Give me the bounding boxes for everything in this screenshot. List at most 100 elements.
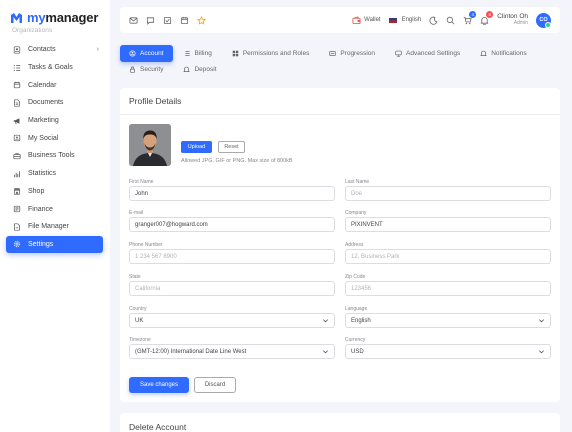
- last-name-input[interactable]: Doe: [345, 186, 551, 201]
- currency-select[interactable]: USD: [345, 344, 551, 359]
- first-name-input[interactable]: John: [129, 186, 335, 201]
- timezone-field: Timezone (GMT-12:00) International Date …: [129, 337, 335, 359]
- upload-button[interactable]: Upload: [181, 141, 212, 153]
- sidebar-nav: Contacts › Tasks & Goals Calendar Documents M…: [6, 41, 103, 254]
- user-role: Admin: [513, 19, 528, 26]
- contacts-icon: [12, 45, 21, 54]
- sidebar-item-statistics[interactable]: Statistics: [6, 165, 103, 183]
- statistics-icon: [12, 169, 21, 178]
- discard-button[interactable]: Discard: [194, 377, 236, 393]
- settings-tabs: Account Billing Permissions and Roles Progr…: [120, 45, 560, 78]
- sidebar: mymanager Organizations Contacts › Tasks &…: [0, 0, 110, 432]
- save-changes-button[interactable]: Save changes: [129, 377, 189, 393]
- country-field: Country UK: [129, 306, 335, 328]
- card-title: Profile Details: [129, 96, 182, 106]
- chevron-right-icon: ›: [96, 46, 99, 54]
- sidebar-item-label: Marketing: [28, 117, 59, 125]
- zip-input[interactable]: 123456: [345, 281, 551, 296]
- sidebar-item-settings[interactable]: Settings: [6, 235, 103, 254]
- sidebar-item-my-social[interactable]: My Social: [6, 129, 103, 147]
- email-field: E-mail granger007@hogward.com: [129, 210, 335, 232]
- tab-deposit[interactable]: Deposit: [174, 61, 225, 78]
- timezone-select[interactable]: (GMT-12:00) International Date Line West: [129, 344, 335, 359]
- sidebar-item-label: Calendar: [28, 81, 57, 89]
- reset-button[interactable]: Reset: [218, 141, 245, 153]
- app-logo[interactable]: mymanager: [10, 10, 98, 25]
- star-icon[interactable]: [197, 15, 206, 25]
- first-name-field: First Name John: [129, 179, 335, 201]
- tab-label: Notifications: [491, 50, 527, 57]
- currency-field: Currency USD: [345, 337, 551, 359]
- chat-icon[interactable]: [146, 16, 155, 25]
- tab-notifications-icon: [480, 50, 487, 57]
- state-field: State California: [129, 274, 335, 296]
- photo-hint: Allowed JPG, GIF or PNG. Max size of 800…: [181, 158, 293, 164]
- sidebar-item-tasks-goals[interactable]: Tasks & Goals: [6, 59, 103, 77]
- tab-permissions-and-roles[interactable]: Permissions and Roles: [223, 45, 318, 62]
- email-input[interactable]: granger007@hogward.com: [129, 217, 335, 232]
- search-icon[interactable]: [446, 16, 455, 25]
- chevron-down-icon: [322, 317, 329, 324]
- documents-icon: [12, 98, 21, 107]
- phone-field: Phone Number 1 234 567 8900: [129, 242, 335, 264]
- card-title: Delete Account: [129, 422, 187, 432]
- topbar: Wallet English 4 8 Clinton Oh Admin CO: [120, 7, 560, 33]
- calendar-icon[interactable]: [180, 16, 189, 25]
- language-selector[interactable]: English: [388, 17, 421, 23]
- sidebar-item-shop[interactable]: Shop: [6, 183, 103, 201]
- tab-label: Deposit: [194, 66, 217, 73]
- tab-advanced-settings[interactable]: Advanced Settings: [386, 45, 469, 62]
- tab-progression[interactable]: Progression: [320, 45, 384, 62]
- tab-account[interactable]: Account: [120, 45, 173, 62]
- wallet-button[interactable]: Wallet: [352, 15, 381, 25]
- address-input[interactable]: 12, Business Park: [345, 249, 551, 264]
- sidebar-item-contacts[interactable]: Contacts ›: [6, 41, 103, 59]
- moon-icon[interactable]: [429, 16, 438, 25]
- tab-progression-icon: [329, 50, 336, 57]
- sidebar-item-organizations[interactable]: Organizations: [12, 27, 52, 34]
- tab-billing-icon: [184, 50, 191, 57]
- language-select[interactable]: English: [345, 313, 551, 328]
- file-manager-icon: [12, 222, 21, 231]
- cart-button[interactable]: 4: [463, 10, 477, 25]
- user-info[interactable]: Clinton Oh Admin: [497, 13, 528, 26]
- sidebar-item-label: Statistics: [28, 170, 57, 178]
- company-input[interactable]: PIXINVENT: [345, 217, 551, 232]
- company-field: Company PIXINVENT: [345, 210, 551, 232]
- sidebar-item-label: Finance: [28, 205, 53, 213]
- sidebar-item-label: Tasks & Goals: [28, 64, 73, 72]
- checkbox-icon[interactable]: [163, 16, 172, 25]
- sidebar-item-calendar[interactable]: Calendar: [6, 76, 103, 94]
- sidebar-item-label: File Manager: [28, 223, 69, 231]
- tab-account-icon: [129, 50, 136, 57]
- tab-billing[interactable]: Billing: [175, 45, 221, 62]
- megaphone-icon: [12, 116, 21, 125]
- sidebar-item-marketing[interactable]: Marketing: [6, 112, 103, 130]
- us-flag-icon: [388, 17, 397, 23]
- sidebar-item-label: Shop: [28, 187, 45, 195]
- sidebar-item-business-tools[interactable]: Business Tools: [6, 147, 103, 165]
- tab-advanced-settings-icon: [395, 50, 402, 57]
- chevron-down-icon: [538, 317, 545, 324]
- tab-label: Billing: [194, 50, 212, 57]
- tab-label: Permissions and Roles: [242, 50, 310, 57]
- sidebar-item-file-manager[interactable]: File Manager: [6, 218, 103, 236]
- last-name-field: Last Name Doe: [345, 179, 551, 201]
- shop-icon: [12, 187, 21, 196]
- state-input[interactable]: California: [129, 281, 335, 296]
- notification-badge: 8: [486, 10, 494, 18]
- cart-badge: 4: [469, 10, 477, 18]
- tab-notifications[interactable]: Notifications: [471, 45, 535, 62]
- country-select[interactable]: UK: [129, 313, 335, 328]
- avatar[interactable]: CO: [536, 12, 551, 28]
- sidebar-item-finance[interactable]: Finance: [6, 200, 103, 218]
- profile-photo: [129, 124, 171, 166]
- wallet-icon: [352, 15, 361, 25]
- phone-input[interactable]: 1 234 567 8900: [129, 249, 335, 264]
- tab-security[interactable]: Security: [120, 61, 172, 78]
- sidebar-item-documents[interactable]: Documents: [6, 94, 103, 112]
- tab-label: Security: [140, 66, 164, 73]
- mail-icon[interactable]: [129, 16, 138, 25]
- notification-button[interactable]: 8: [480, 10, 494, 25]
- delete-account-card: Delete Account: [120, 413, 560, 432]
